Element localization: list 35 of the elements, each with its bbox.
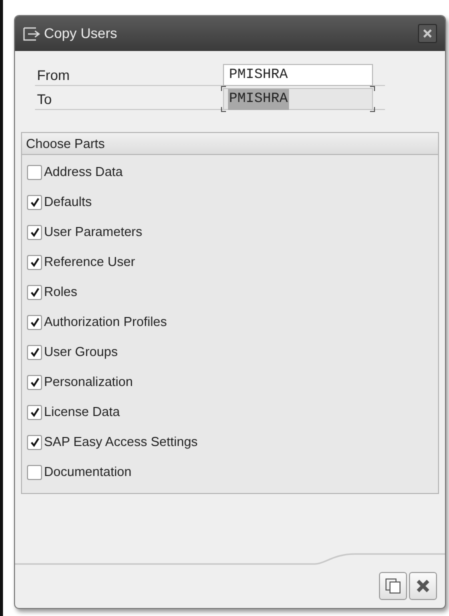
field-label: To	[36, 90, 53, 108]
checkbox[interactable]	[27, 164, 42, 180]
checkbox[interactable]	[27, 434, 42, 450]
checkbox-label: Address Data	[44, 163, 123, 182]
checkbox-label: License Data	[44, 403, 120, 422]
checkbox[interactable]	[27, 374, 42, 390]
checkbox[interactable]	[27, 254, 42, 270]
checkbox-label: Personalization	[44, 373, 133, 392]
checkbox-label: Defaults	[44, 193, 92, 212]
checkbox[interactable]	[27, 224, 42, 240]
checkbox-label: User Parameters	[44, 223, 142, 242]
dialog-icon	[23, 26, 41, 40]
close-button[interactable]	[418, 24, 437, 43]
checkbox[interactable]	[27, 404, 42, 420]
checkbox-label: SAP Easy Access Settings	[44, 433, 198, 452]
checkbox[interactable]	[27, 314, 42, 330]
copy-button[interactable]	[379, 572, 407, 600]
text-field[interactable]: PMISHRA	[223, 64, 373, 86]
close-icon	[416, 579, 430, 593]
checkbox[interactable]	[27, 194, 42, 210]
checkbox-label: Reference User	[44, 253, 136, 272]
close-icon	[423, 29, 432, 38]
checkbox[interactable]	[27, 284, 42, 300]
cancel-button[interactable]	[409, 572, 437, 600]
copy-icon	[385, 578, 401, 594]
text-field[interactable]: PMISHRA	[223, 88, 373, 110]
group-title: Choose Parts	[22, 133, 438, 155]
checkbox-label: Authorization Profiles	[44, 313, 167, 332]
checkbox[interactable]	[27, 464, 42, 480]
checkbox-label: Roles	[44, 283, 78, 302]
window-title: Copy Users	[44, 24, 118, 43]
checkbox-label: Documentation	[44, 463, 132, 482]
checkbox-label: User Groups	[44, 343, 118, 362]
checkbox[interactable]	[27, 344, 42, 360]
field-label: From	[36, 66, 71, 84]
